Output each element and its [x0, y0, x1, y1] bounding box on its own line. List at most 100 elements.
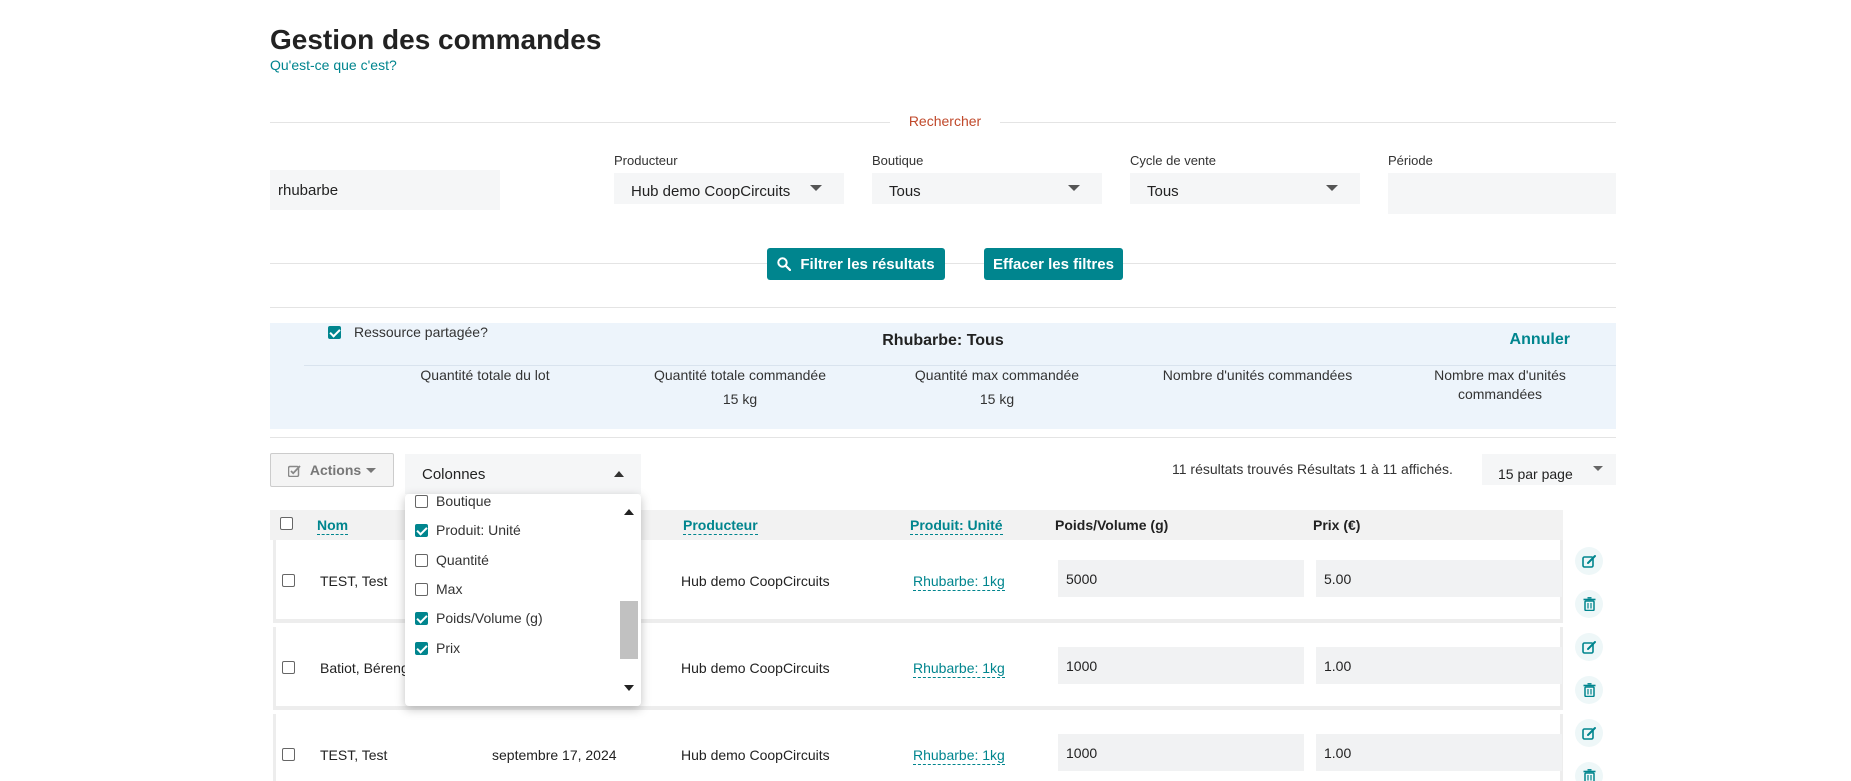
column-checkbox[interactable]: [415, 582, 428, 596]
trash-icon: [1583, 683, 1595, 697]
shop-label: Boutique: [872, 153, 924, 168]
filter-button[interactable]: Filtrer les résultats: [767, 248, 945, 280]
chevron-down-icon: [810, 185, 822, 191]
producer-select[interactable]: Hub demo CoopCircuits: [614, 173, 844, 204]
table-row: TEST, Test septembre 17, 2024 Hub demo C…: [273, 714, 1563, 781]
search-legend: Rechercher: [890, 113, 1000, 129]
row-checkbox[interactable]: [282, 661, 295, 674]
column-checkbox[interactable]: [415, 641, 428, 655]
bulk-summary-panel: Ressource partagée? Rhubarbe: Tous Annul…: [270, 323, 1616, 429]
actions-button[interactable]: Actions: [270, 453, 394, 487]
actions-label: Actions: [309, 462, 362, 478]
row-producer: Hub demo CoopCircuits: [681, 573, 830, 589]
row-product-link[interactable]: Rhubarbe: 1kg: [913, 747, 1005, 765]
columns-select[interactable]: Colonnes: [405, 454, 641, 494]
row-checkbox[interactable]: [282, 574, 295, 587]
bulk-col-max-units: Nombre max d'unités commandées: [1420, 366, 1580, 409]
producer-select-value: Hub demo CoopCircuits: [631, 183, 791, 200]
column-option-label: Boutique: [436, 494, 492, 509]
edit-icon: [1581, 554, 1596, 568]
row-price-input[interactable]: [1316, 734, 1562, 771]
cancel-link[interactable]: Annuler: [1510, 331, 1570, 349]
header-name[interactable]: Nom: [317, 517, 349, 535]
section-divider: [270, 307, 1616, 308]
bulk-col-total-ordered: Quantité totale commandée 15 kg: [630, 366, 850, 409]
delete-row-button[interactable]: [1575, 676, 1603, 704]
checkbox-edit-icon: [287, 464, 301, 477]
period-input[interactable]: [1388, 173, 1616, 214]
header-producer[interactable]: Producteur: [683, 517, 758, 535]
results-count: 11 résultats trouvés Résultats 1 à 11 af…: [1172, 461, 1453, 477]
help-link[interactable]: Qu'est-ce que c'est?: [270, 57, 397, 73]
bulk-col-label: Nombre d'unités commandées: [1162, 367, 1353, 383]
columns-select-label: Colonnes: [422, 466, 486, 483]
scroll-up-arrow-icon[interactable]: [624, 509, 634, 515]
clear-filters-button[interactable]: Effacer les filtres: [984, 248, 1123, 280]
dropdown-scrollbar[interactable]: [617, 494, 641, 706]
edit-icon: [1581, 640, 1596, 654]
cycle-select[interactable]: Tous: [1130, 173, 1360, 204]
column-option-price[interactable]: Prix: [415, 640, 460, 656]
row-price-input[interactable]: [1316, 647, 1562, 684]
row-weight-input[interactable]: [1058, 647, 1304, 684]
cycle-label: Cycle de vente: [1130, 153, 1216, 168]
row-weight-input[interactable]: [1058, 560, 1304, 597]
scrollbar-thumb[interactable]: [620, 601, 638, 659]
columns-dropdown: Boutique Produit: Unité Quantité Max Poi…: [405, 494, 641, 706]
column-option-max[interactable]: Max: [415, 581, 462, 597]
panel-bottom-divider: [270, 437, 1616, 438]
delete-row-button[interactable]: [1575, 762, 1603, 781]
column-option-label: Prix: [436, 640, 461, 656]
bulk-col-label: Nombre max d'unités commandées: [1434, 367, 1566, 402]
per-page-select[interactable]: 15 par page: [1482, 454, 1616, 485]
column-option-label: Max: [436, 581, 463, 597]
bulk-col-label: Quantité max commandée: [914, 367, 1080, 383]
column-checkbox[interactable]: [415, 611, 428, 625]
period-label: Période: [1388, 153, 1433, 168]
per-page-value: 15 par page: [1498, 466, 1573, 482]
bulk-col-total-lot: Quantité totale du lot: [375, 366, 595, 390]
bulk-col-value: 15 kg: [979, 391, 1015, 407]
chevron-down-icon: [1068, 185, 1080, 191]
column-checkbox[interactable]: [415, 494, 428, 508]
edit-row-button[interactable]: [1575, 633, 1603, 661]
shop-select[interactable]: Tous: [872, 173, 1102, 204]
edit-icon: [1581, 726, 1596, 740]
row-producer: Hub demo CoopCircuits: [681, 747, 830, 763]
bulk-col-label: Quantité totale du lot: [420, 367, 550, 383]
chevron-up-icon: [614, 471, 624, 477]
row-product-link[interactable]: Rhubarbe: 1kg: [913, 573, 1005, 591]
row-weight-input[interactable]: [1058, 734, 1304, 771]
clear-filters-label: Effacer les filtres: [993, 255, 1114, 273]
select-all-checkbox[interactable]: [280, 517, 293, 530]
cycle-select-value: Tous: [1147, 183, 1179, 200]
scroll-down-arrow-icon[interactable]: [624, 685, 634, 691]
row-price-input[interactable]: [1316, 560, 1562, 597]
caret-down-icon: [366, 467, 377, 473]
edit-row-button[interactable]: [1575, 719, 1603, 747]
chevron-down-icon: [1593, 466, 1603, 471]
bulk-col-label: Quantité totale commandée: [654, 367, 826, 383]
shop-select-value: Tous: [889, 183, 921, 200]
edit-row-button[interactable]: [1575, 547, 1603, 575]
column-option-product-unit[interactable]: Produit: Unité: [415, 522, 521, 538]
bulk-col-max-ordered: Quantité max commandée 15 kg: [887, 366, 1107, 409]
bulk-col-value: 15 kg: [722, 391, 758, 407]
column-option-boutique[interactable]: Boutique: [415, 494, 491, 509]
column-option-weight[interactable]: Poids/Volume (g): [415, 610, 543, 626]
row-product-link[interactable]: Rhubarbe: 1kg: [913, 660, 1005, 678]
delete-row-button[interactable]: [1575, 590, 1603, 618]
row-checkbox[interactable]: [282, 748, 295, 761]
header-price: Prix (€): [1313, 517, 1361, 533]
column-checkbox[interactable]: [415, 553, 428, 567]
trash-icon: [1583, 597, 1595, 611]
search-input[interactable]: [270, 170, 500, 210]
column-option-label: Quantité: [436, 552, 489, 568]
row-name: TEST, Test: [320, 573, 388, 589]
column-option-quantity[interactable]: Quantité: [415, 552, 489, 568]
column-checkbox[interactable]: [415, 523, 428, 537]
trash-icon: [1583, 769, 1595, 781]
row-producer: Hub demo CoopCircuits: [681, 660, 830, 676]
header-product-unit[interactable]: Produit: Unité: [910, 517, 1003, 535]
bulk-col-units-ordered: Nombre d'unités commandées: [1130, 366, 1385, 390]
